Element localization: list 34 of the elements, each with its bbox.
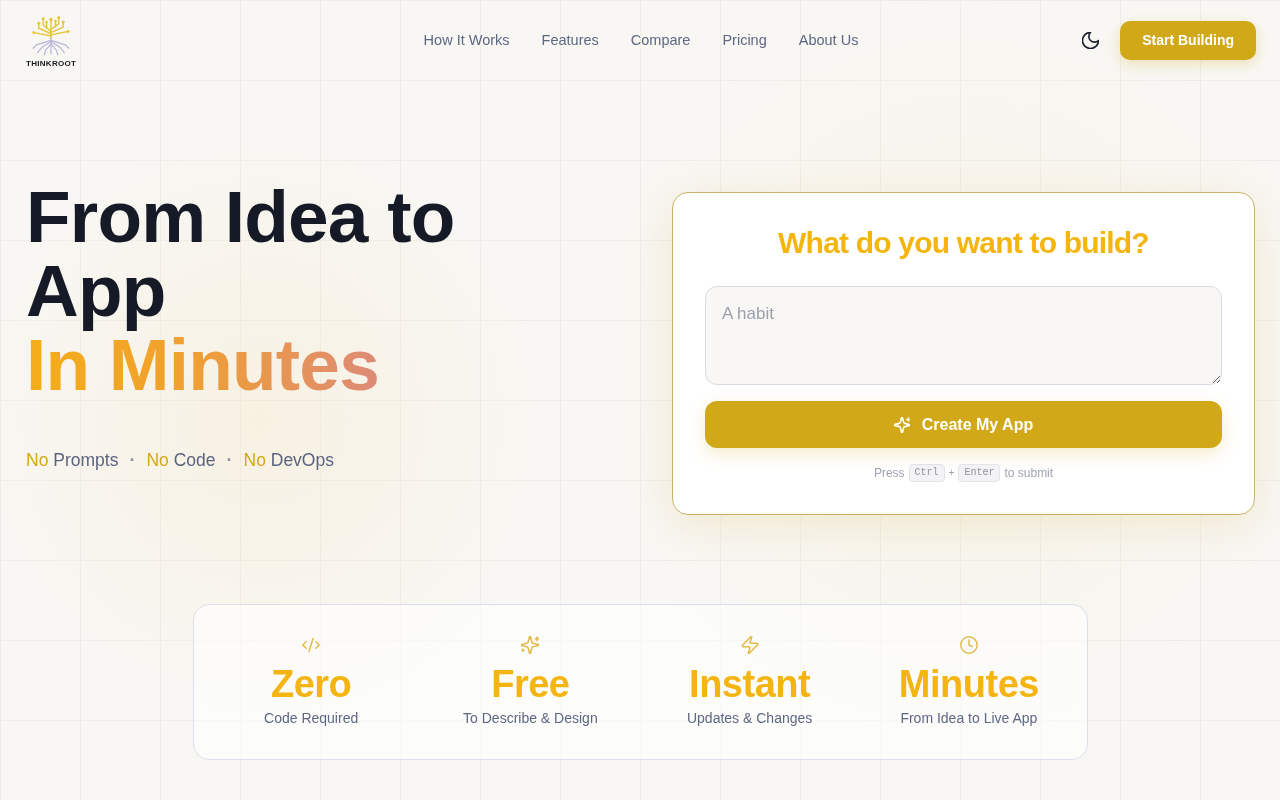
stat-label: From Idea to Live App <box>900 709 1038 728</box>
idea-input-field[interactable]: A habit <box>705 286 1222 385</box>
hint-text: Press <box>873 465 905 482</box>
nav-link[interactable]: Pricing <box>722 32 767 48</box>
stat-label: Code Required <box>264 709 359 728</box>
nav-link[interactable]: Compare <box>630 32 691 48</box>
theme-toggle-button[interactable] <box>1082 31 1100 49</box>
stat-value: Instant <box>689 662 811 706</box>
key-badge: Enter <box>958 464 1001 482</box>
key-badge: Ctrl <box>908 464 945 482</box>
stat-label: Updates & Changes <box>686 709 813 728</box>
stat-label: To Describe & Design <box>463 709 598 728</box>
nav-link[interactable]: About Us <box>798 32 859 48</box>
nav-link[interactable]: How It Works <box>423 32 510 48</box>
clock-icon <box>959 636 978 654</box>
moon-icon <box>1082 31 1100 49</box>
stat-value: Free <box>491 662 570 706</box>
plus-text: + <box>948 466 955 480</box>
code-icon <box>302 636 321 654</box>
nav-link[interactable]: Features <box>541 32 599 48</box>
lightning-bolt-icon <box>740 636 759 654</box>
builder-title: What do you want to build? <box>777 225 1150 261</box>
sparkles-icon <box>893 416 910 433</box>
stat-value: Minutes <box>898 662 1039 706</box>
tagline: No Code <box>146 449 216 472</box>
tagline: No DevOps <box>243 449 334 472</box>
tree-logo-icon <box>32 16 71 56</box>
tagline: No Prompts <box>26 449 119 472</box>
stat-value: Zero <box>270 662 352 706</box>
sparkles-icon <box>521 636 540 654</box>
separator-dot: · <box>226 449 233 472</box>
separator-dot: · <box>129 449 136 472</box>
logo-text: THINKROOT <box>26 59 77 68</box>
hint-text: to submit <box>1004 465 1054 482</box>
